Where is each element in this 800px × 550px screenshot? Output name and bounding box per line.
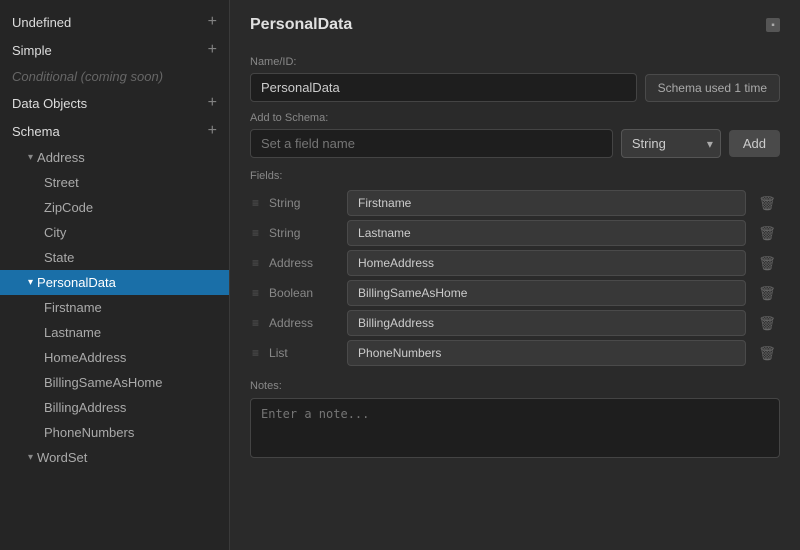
sidebar-label-street: Street xyxy=(44,175,79,190)
add-schema-label: Add to Schema: xyxy=(250,112,780,124)
field-name-badge: PhoneNumbers xyxy=(347,340,746,366)
sidebar-item-personaldata[interactable]: ▾ PersonalData xyxy=(0,270,229,295)
fields-label: Fields: xyxy=(250,170,780,182)
add-icon-schema[interactable]: + xyxy=(208,122,217,140)
sidebar-label-address: Address xyxy=(37,150,85,165)
delete-icon[interactable]: 🗑 xyxy=(754,281,780,306)
delete-icon[interactable]: 🗑 xyxy=(754,191,780,216)
sidebar-label-data-objects: Data Objects xyxy=(12,96,87,111)
field-type: List xyxy=(269,346,339,360)
field-name-badge: Lastname xyxy=(347,220,746,246)
add-icon-data-objects[interactable]: + xyxy=(208,94,217,112)
app-container: Undefined + Simple + Conditional (coming… xyxy=(0,0,800,550)
sidebar-item-undefined[interactable]: Undefined + xyxy=(0,8,229,36)
sidebar-label-personaldata: PersonalData xyxy=(37,275,116,290)
sidebar-item-address[interactable]: ▾ Address xyxy=(0,145,229,170)
type-select[interactable]: String Boolean Address List Number xyxy=(621,129,721,158)
drag-handle[interactable]: ≡ xyxy=(250,344,261,362)
sidebar-label-state: State xyxy=(44,250,74,265)
table-row: ≡ String Firstname 🗑 xyxy=(250,190,780,216)
sidebar-item-zipcode[interactable]: ZipCode xyxy=(0,195,229,220)
delete-icon[interactable]: 🗑 xyxy=(754,311,780,336)
sidebar-item-simple[interactable]: Simple + xyxy=(0,36,229,64)
table-row: ≡ Address HomeAddress 🗑 xyxy=(250,250,780,276)
drag-handle[interactable]: ≡ xyxy=(250,194,261,212)
table-row: ≡ Address BillingAddress 🗑 xyxy=(250,310,780,336)
field-name-input[interactable] xyxy=(250,129,613,158)
field-type: String xyxy=(269,226,339,240)
type-select-wrapper: String Boolean Address List Number xyxy=(621,129,721,158)
table-row: ≡ List PhoneNumbers 🗑 xyxy=(250,340,780,366)
name-row: Schema used 1 time xyxy=(250,73,780,102)
sidebar-label-city: City xyxy=(44,225,66,240)
sidebar: Undefined + Simple + Conditional (coming… xyxy=(0,0,230,550)
field-type: Boolean xyxy=(269,286,339,300)
field-type: Address xyxy=(269,256,339,270)
drag-handle[interactable]: ≡ xyxy=(250,284,261,302)
sidebar-item-data-objects[interactable]: Data Objects + xyxy=(0,89,229,117)
add-icon-simple[interactable]: + xyxy=(208,41,217,59)
sidebar-item-billingsameashome[interactable]: BillingSameAsHome xyxy=(0,370,229,395)
chevron-wordset: ▾ xyxy=(28,452,33,463)
sidebar-item-schema[interactable]: Schema + xyxy=(0,117,229,145)
sidebar-item-firstname[interactable]: Firstname xyxy=(0,295,229,320)
field-type: Address xyxy=(269,316,339,330)
field-name-badge: HomeAddress xyxy=(347,250,746,276)
sidebar-item-city[interactable]: City xyxy=(0,220,229,245)
sidebar-label-wordset: WordSet xyxy=(37,450,87,465)
add-field-button[interactable]: Add xyxy=(729,130,780,157)
sidebar-item-lastname[interactable]: Lastname xyxy=(0,320,229,345)
sidebar-item-state[interactable]: State xyxy=(0,245,229,270)
sidebar-item-wordset[interactable]: ▾ WordSet xyxy=(0,445,229,470)
notes-label: Notes: xyxy=(250,380,780,392)
sidebar-label-conditional: Conditional (coming soon) xyxy=(12,69,163,84)
sidebar-item-billingaddress[interactable]: BillingAddress xyxy=(0,395,229,420)
sidebar-item-homeaddress[interactable]: HomeAddress xyxy=(0,345,229,370)
name-input[interactable] xyxy=(250,73,637,102)
sidebar-item-phonenumbers[interactable]: PhoneNumbers xyxy=(0,420,229,445)
table-row: ≡ Boolean BillingSameAsHome 🗑 xyxy=(250,280,780,306)
notes-input[interactable] xyxy=(250,398,780,458)
drag-handle[interactable]: ≡ xyxy=(250,224,261,242)
field-name-badge: Firstname xyxy=(347,190,746,216)
close-button[interactable]: ▪ xyxy=(766,18,780,32)
sidebar-label-undefined: Undefined xyxy=(12,15,71,30)
sidebar-label-billingaddress: BillingAddress xyxy=(44,400,126,415)
main-header: PersonalData ▪ xyxy=(250,16,780,34)
sidebar-label-phonenumbers: PhoneNumbers xyxy=(44,425,134,440)
chevron-personaldata: ▾ xyxy=(28,277,33,288)
fields-list: ≡ String Firstname 🗑 ≡ String Lastname 🗑… xyxy=(250,190,780,366)
sidebar-label-simple: Simple xyxy=(12,43,52,58)
sidebar-label-firstname: Firstname xyxy=(44,300,102,315)
sidebar-label-lastname: Lastname xyxy=(44,325,101,340)
table-row: ≡ String Lastname 🗑 xyxy=(250,220,780,246)
schema-badge: Schema used 1 time xyxy=(645,74,780,102)
chevron-address: ▾ xyxy=(28,152,33,163)
field-name-badge: BillingSameAsHome xyxy=(347,280,746,306)
add-schema-row: String Boolean Address List Number Add xyxy=(250,129,780,158)
field-type: String xyxy=(269,196,339,210)
sidebar-label-schema: Schema xyxy=(12,124,60,139)
sidebar-label-homeaddress: HomeAddress xyxy=(44,350,126,365)
main-title: PersonalData xyxy=(250,16,352,34)
delete-icon[interactable]: 🗑 xyxy=(754,221,780,246)
main-panel: PersonalData ▪ Name/ID: Schema used 1 ti… xyxy=(230,0,800,550)
drag-handle[interactable]: ≡ xyxy=(250,314,261,332)
add-icon-undefined[interactable]: + xyxy=(208,13,217,31)
delete-icon[interactable]: 🗑 xyxy=(754,251,780,276)
sidebar-label-billingsameashome: BillingSameAsHome xyxy=(44,375,163,390)
field-name-badge: BillingAddress xyxy=(347,310,746,336)
name-label: Name/ID: xyxy=(250,56,780,68)
delete-icon[interactable]: 🗑 xyxy=(754,341,780,366)
sidebar-item-street[interactable]: Street xyxy=(0,170,229,195)
sidebar-item-conditional: Conditional (coming soon) xyxy=(0,64,229,89)
sidebar-label-zipcode: ZipCode xyxy=(44,200,93,215)
drag-handle[interactable]: ≡ xyxy=(250,254,261,272)
